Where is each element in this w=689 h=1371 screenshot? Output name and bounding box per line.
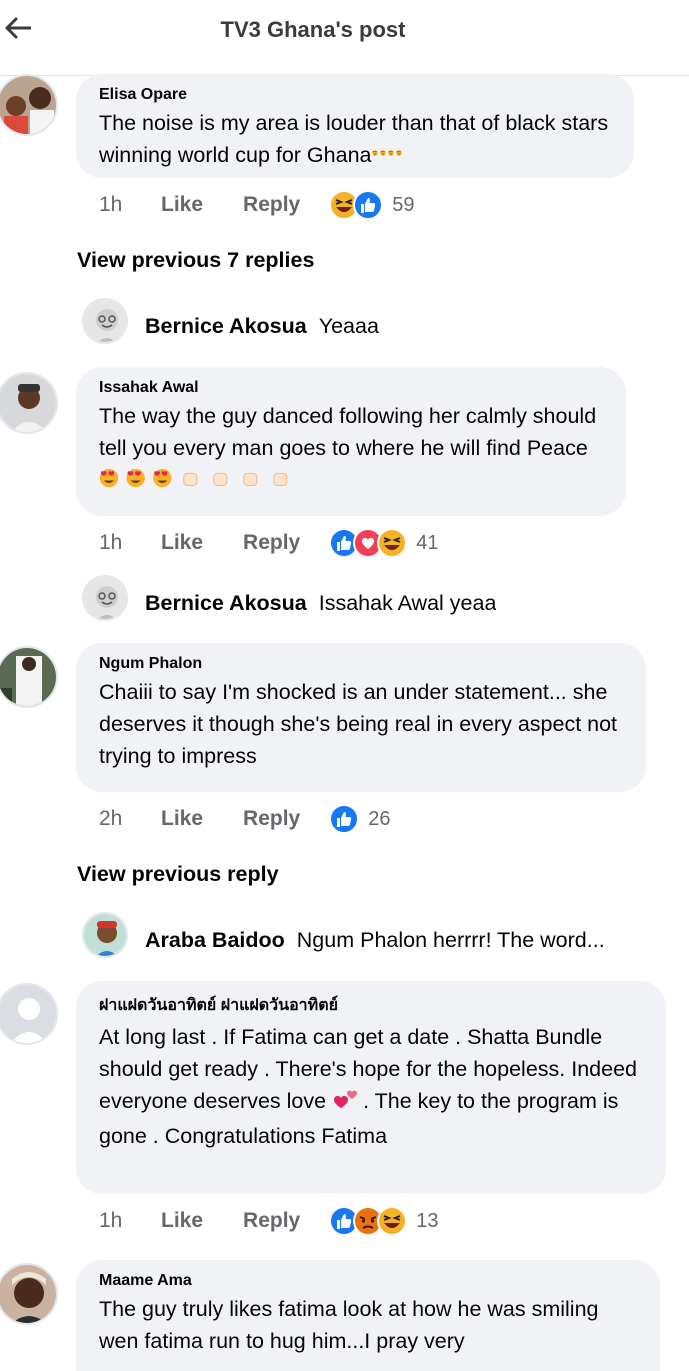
- comment-author[interactable]: Elisa Opare: [99, 86, 612, 104]
- haha-reaction-icon: [377, 1206, 408, 1236]
- avatar[interactable]: [0, 983, 58, 1045]
- comment-actions: 2h Like Reply 26: [99, 799, 390, 839]
- avatar[interactable]: [0, 1263, 58, 1325]
- reply-item: Araba Baidoo Ngum Phalon herrrr! The wor…: [145, 928, 645, 953]
- comment-time: 1h: [99, 531, 123, 554]
- reply-author[interactable]: Bernice Akosua: [145, 314, 307, 339]
- reply-text: Yeaaa: [318, 314, 379, 338]
- comment-author[interactable]: Ngum Phalon: [99, 655, 624, 673]
- comment-bubble: Maame Ama The guy truly likes fatima loo…: [76, 1260, 660, 1371]
- like-button[interactable]: Like: [161, 531, 203, 555]
- reaction-count[interactable]: 41: [416, 532, 438, 555]
- avatar[interactable]: [82, 298, 128, 344]
- reaction-count[interactable]: 13: [416, 1210, 438, 1233]
- page-title: TV3 Ghana's post: [220, 17, 406, 42]
- reply-text: Ngum Phalon herrrr! The word...: [296, 928, 605, 952]
- comment-author[interactable]: Maame Ama: [99, 1272, 638, 1290]
- reactions-summary[interactable]: [328, 189, 384, 221]
- raised-fist-emoji-icon: [180, 466, 300, 499]
- reply-text: Issahak Awal yeaa: [318, 591, 497, 615]
- view-previous-replies-link[interactable]: View previous 7 replies: [77, 248, 314, 273]
- comment-text: The way the guy danced following her cal…: [99, 400, 604, 499]
- comment-time: 2h: [99, 807, 123, 830]
- comment-time: 1h: [99, 1209, 123, 1232]
- view-previous-reply-link[interactable]: View previous reply: [77, 862, 279, 887]
- like-reaction-icon: [353, 190, 384, 220]
- top-bar: TV3 Ghana's post: [0, 0, 689, 76]
- reply-author[interactable]: Bernice Akosua: [145, 591, 307, 616]
- reply-item: Bernice Akosua Yeaaa: [145, 314, 379, 339]
- avatar[interactable]: [82, 575, 128, 621]
- haha-reaction-icon: [377, 528, 408, 558]
- reply-author[interactable]: Araba Baidoo: [145, 928, 285, 953]
- avatar[interactable]: [0, 646, 58, 708]
- reply-button[interactable]: Reply: [243, 193, 300, 217]
- reactions-summary[interactable]: [328, 803, 360, 835]
- heart-eyes-emoji-icon: [371, 141, 404, 174]
- comment-author[interactable]: ฝาแฝดวันอาทิตย์ ฝาแฝดวันอาทิตย์: [99, 993, 644, 1018]
- comment-bubble: Elisa Opare The noise is my area is loud…: [76, 74, 634, 178]
- reply-button[interactable]: Reply: [243, 1209, 300, 1233]
- comment-actions: 1h Like Reply 59: [99, 185, 414, 225]
- reactions-summary[interactable]: [328, 527, 408, 559]
- comment-text: The guy truly likes fatima look at how h…: [99, 1297, 599, 1353]
- comment-text: At long last . If Fatima can get a date …: [99, 1025, 637, 1148]
- comment-text: Chaiii to say I'm shocked is an under st…: [99, 680, 618, 768]
- reply-button[interactable]: Reply: [243, 531, 300, 555]
- comment-time: 1h: [99, 193, 123, 216]
- avatar[interactable]: [82, 912, 128, 958]
- reaction-count[interactable]: 59: [392, 194, 414, 217]
- reply-item: Bernice Akosua Issahak Awal yeaa: [145, 591, 496, 616]
- reactions-summary[interactable]: [328, 1205, 408, 1237]
- comment-bubble: Ngum Phalon Chaiii to say I'm shocked is…: [76, 643, 646, 792]
- avatar[interactable]: [0, 372, 58, 434]
- avatar[interactable]: [0, 74, 58, 136]
- comment-text: The noise is my area is louder than that…: [99, 107, 612, 174]
- like-button[interactable]: Like: [161, 193, 203, 217]
- like-button[interactable]: Like: [161, 1209, 203, 1233]
- comment-author[interactable]: Issahak Awal: [99, 379, 604, 397]
- comment-bubble: ฝาแฝดวันอาทิตย์ ฝาแฝดวันอาทิตย์ At long …: [76, 981, 666, 1194]
- like-reaction-icon: [329, 804, 360, 834]
- comment-actions: 1h Like Reply 41: [99, 523, 438, 563]
- comment-bubble: Issahak Awal The way the guy danced foll…: [76, 367, 626, 516]
- comment-actions: 1h Like Reply 13: [99, 1201, 438, 1241]
- reply-button[interactable]: Reply: [243, 807, 300, 831]
- two-hearts-emoji-icon: [332, 1087, 362, 1120]
- like-button[interactable]: Like: [161, 807, 203, 831]
- heart-eyes-emoji-icon: [99, 466, 179, 499]
- reaction-count[interactable]: 26: [368, 808, 390, 831]
